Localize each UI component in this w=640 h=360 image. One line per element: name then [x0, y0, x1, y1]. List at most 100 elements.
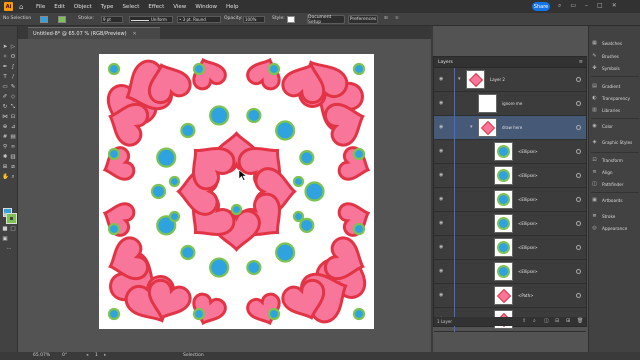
layer-name[interactable]: <Ellipse>	[518, 221, 538, 226]
ring-dot[interactable]	[180, 122, 196, 139]
edge-dot[interactable]	[352, 62, 366, 76]
ring-dot[interactable]	[275, 120, 296, 141]
layer-name[interactable]: <Ellipse>	[518, 245, 538, 250]
new-layer-icon[interactable]: ⊞	[566, 318, 570, 324]
inner-dot[interactable]	[230, 203, 243, 216]
ring-dot[interactable]	[156, 147, 177, 168]
menu-select[interactable]: Select	[122, 4, 139, 10]
visibility-eye-icon[interactable]: ◉	[439, 124, 445, 130]
layer-name[interactable]: draw here	[502, 125, 522, 130]
color-mode-icon[interactable]: ■	[2, 226, 8, 232]
visibility-eye-icon[interactable]: ◉	[439, 196, 445, 202]
free-transform-tool-icon[interactable]: ⊡	[10, 114, 16, 120]
menu-effect[interactable]: Effect	[148, 4, 164, 10]
ring-dot[interactable]	[275, 242, 296, 263]
menu-window[interactable]: Window	[195, 4, 217, 10]
visibility-eye-icon[interactable]: ◉	[439, 76, 445, 82]
layer-row[interactable]: ◉ <Path>	[434, 284, 586, 308]
search-icon[interactable]: ⌕	[558, 2, 561, 10]
artboard-nav-prev-icon[interactable]: ◂	[86, 353, 88, 358]
stroke-weight-field[interactable]: 9 pt	[101, 16, 123, 23]
menu-icon[interactable]: ≡	[395, 16, 399, 21]
document-tab[interactable]: Untitled-8* @ 65.07 % (RGB/Preview) ✕	[28, 27, 160, 39]
mesh-tool-icon[interactable]: #	[2, 134, 8, 140]
ring-dot[interactable]	[209, 257, 230, 278]
magic-wand-tool-icon[interactable]: ✧	[2, 54, 8, 60]
layer-row[interactable]: ◉ <Ellipse>	[434, 260, 586, 284]
screen-mode-icon[interactable]: ▣	[2, 236, 8, 242]
edge-dot[interactable]	[107, 222, 121, 236]
brush-dropdown[interactable]: • 3 pt. Round	[177, 16, 221, 23]
inner-dot[interactable]	[292, 210, 305, 223]
target-circle-icon[interactable]	[576, 245, 581, 250]
profile-dropdown[interactable]: Uniform	[129, 16, 173, 23]
layer-row[interactable]: ◉ <Ellipse>	[434, 164, 586, 188]
slice-tool-icon[interactable]: ⧄	[10, 164, 16, 170]
ring-dot[interactable]	[246, 259, 262, 276]
target-circle-icon[interactable]	[576, 125, 581, 130]
edge-dot[interactable]	[352, 307, 366, 321]
maximize-icon[interactable]: □	[597, 2, 603, 10]
visibility-eye-icon[interactable]: ◉	[439, 292, 445, 298]
ring-dot[interactable]	[304, 181, 325, 202]
shaper-tool-icon[interactable]: ✐	[2, 94, 8, 100]
layer-row[interactable]: ◉ <Ellipse>	[434, 236, 586, 260]
layer-row[interactable]: ◉ <Ellipse>	[434, 188, 586, 212]
expand-chevron-icon[interactable]: ▾	[470, 124, 473, 130]
clipping-mask-icon[interactable]: ◫	[544, 318, 549, 324]
new-sublayer-icon[interactable]: ⊟	[555, 318, 559, 324]
edge-heart[interactable]	[188, 54, 228, 91]
layer-row[interactable]: ◉ ▾ draw here	[434, 116, 586, 140]
zoom-tool-icon[interactable]: ⌕	[10, 174, 16, 180]
edge-heart[interactable]	[245, 292, 285, 329]
visibility-eye-icon[interactable]: ◉	[439, 268, 445, 274]
inner-dot[interactable]	[292, 175, 305, 188]
curvature-tool-icon[interactable]: ∫	[10, 64, 16, 70]
edge-dot[interactable]	[192, 307, 206, 321]
pen-tool-icon[interactable]: ✒	[2, 64, 8, 70]
panel-tab-brushes[interactable]: ✎ Brushes	[591, 52, 618, 61]
zoom-level[interactable]: 65.07%	[33, 353, 50, 358]
panel-menu-icon[interactable]: ≡	[579, 59, 583, 65]
stroke-color-box[interactable]	[6, 213, 17, 224]
artboard-number[interactable]: 1	[95, 353, 98, 358]
rotate-tool-icon[interactable]: ↻	[2, 104, 8, 110]
ring-dot[interactable]	[209, 105, 230, 126]
paintbrush-tool-icon[interactable]: ✎	[10, 84, 16, 90]
target-circle-icon[interactable]	[576, 221, 581, 226]
blend-tool-icon[interactable]: ∞	[10, 144, 16, 150]
target-circle-icon[interactable]	[576, 173, 581, 178]
layer-row[interactable]: ◉ ignore me	[434, 92, 586, 116]
gradient-tool-icon[interactable]: ▤	[10, 134, 16, 140]
edge-dot[interactable]	[192, 62, 206, 76]
visibility-eye-icon[interactable]: ◉	[439, 220, 445, 226]
panel-tab-artboards[interactable]: ▣ Artboards	[591, 196, 622, 205]
scale-tool-icon[interactable]: ⤡	[10, 104, 16, 110]
edge-dot[interactable]	[352, 222, 366, 236]
fill-swatch[interactable]	[40, 16, 48, 23]
panel-tab-transform[interactable]: ⊡ Transform	[591, 156, 622, 165]
layer-name[interactable]: <Ellipse>	[518, 173, 538, 178]
panel-tab-graphic-styles[interactable]: ◈ Graphic Styles	[591, 138, 633, 147]
target-circle-icon[interactable]	[576, 197, 581, 202]
arrange-icon[interactable]: ⊞	[384, 16, 388, 21]
edge-heart[interactable]	[245, 54, 285, 91]
artwork[interactable]	[99, 54, 374, 329]
symbol-sprayer-tool-icon[interactable]: ✺	[2, 154, 8, 160]
layer-row[interactable]: ◉ ▾ Layer 2	[434, 68, 586, 92]
draw-mode-icon[interactable]: ◉	[2, 212, 8, 218]
target-circle-icon[interactable]	[576, 101, 581, 106]
line-tool-icon[interactable]: /	[10, 74, 16, 80]
artboard-tool-icon[interactable]: ⊞	[2, 164, 8, 170]
artboard-nav-next-icon[interactable]: ▸	[104, 353, 106, 358]
artboard[interactable]	[99, 54, 374, 329]
collect-export-icon[interactable]: ⇪	[522, 318, 526, 324]
stroke-swatch[interactable]	[58, 16, 66, 23]
ring-dot[interactable]	[180, 244, 196, 261]
panel-tab-transparency[interactable]: ◐ Transparency	[591, 94, 630, 103]
graph-tool-icon[interactable]: ▥	[10, 154, 16, 160]
panel-tab-libraries[interactable]: ▥ Libraries	[591, 106, 620, 115]
shape-builder-tool-icon[interactable]: ⊕	[2, 124, 8, 130]
ring-dot[interactable]	[246, 107, 262, 124]
layer-name[interactable]: <Path>	[518, 293, 534, 298]
